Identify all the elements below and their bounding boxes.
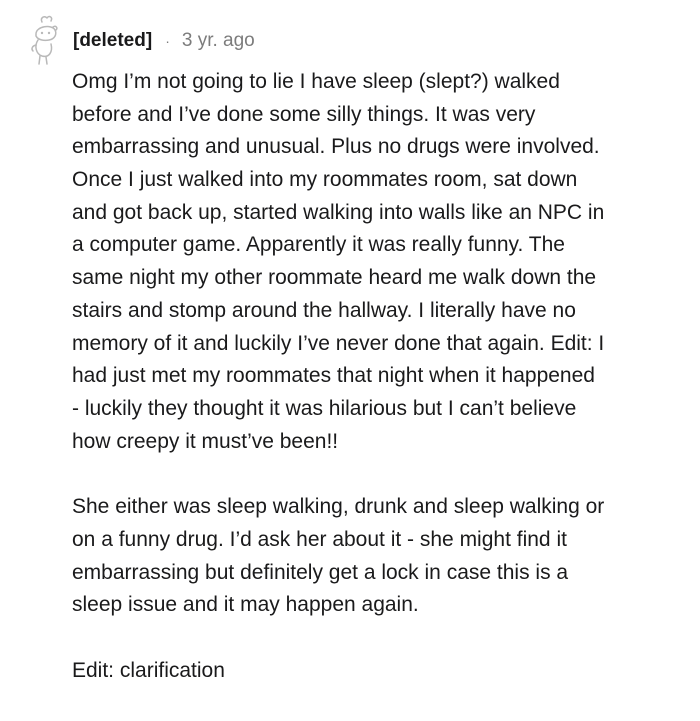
comment-line: stairs and stomp around the hallway. I l… (72, 298, 576, 322)
comment-paragraph: Edit: clarification (72, 655, 692, 688)
comment-line: embarrassing but definitely get a lock i… (72, 560, 569, 584)
comment: [deleted] · 3 yr. ago Omg I’m not going … (0, 0, 700, 682)
comment-line: how creepy it must’ve been!! (72, 429, 339, 453)
comment-line: embarrassing and unusual. Plus no drugs … (72, 135, 600, 159)
comment-line: before and I’ve done some silly things. … (72, 102, 536, 126)
comment-line: sleep issue and it may happen again. (72, 593, 419, 617)
comment-body: Omg I’m not going to lie I have sleep (s… (72, 66, 692, 721)
meta-separator: · (165, 33, 170, 49)
comment-line: and got back up, started walking into wa… (72, 200, 605, 224)
snoo-avatar-icon[interactable] (22, 12, 68, 68)
comment-paragraph: She either was sleep walking, drunk and … (72, 491, 692, 622)
author-name[interactable]: [deleted] (73, 30, 152, 52)
comment-paragraph: Omg I’m not going to lie I have sleep (s… (72, 66, 692, 458)
comment-line: memory of it and luckily I’ve never done… (72, 331, 605, 355)
comment-line: - luckily they thought it was hilarious … (72, 396, 577, 420)
comment-line: She either was sleep walking, drunk and … (72, 495, 605, 519)
comment-line: had just met my roommates that night whe… (72, 364, 595, 388)
comment-line: a computer game. Apparently it was reall… (72, 233, 565, 257)
comment-line: on a funny drug. I’d ask her about it - … (72, 527, 567, 551)
comment-header: [deleted] · 3 yr. ago (73, 26, 255, 56)
comment-line: Omg I’m not going to lie I have sleep (s… (72, 70, 560, 93)
comment-line: same night my other roommate heard me wa… (72, 266, 597, 290)
comment-line: Once I just walked into my roommates roo… (72, 168, 578, 192)
comment-line: Edit: clarification (72, 659, 225, 682)
comment-timestamp[interactable]: 3 yr. ago (182, 30, 255, 52)
